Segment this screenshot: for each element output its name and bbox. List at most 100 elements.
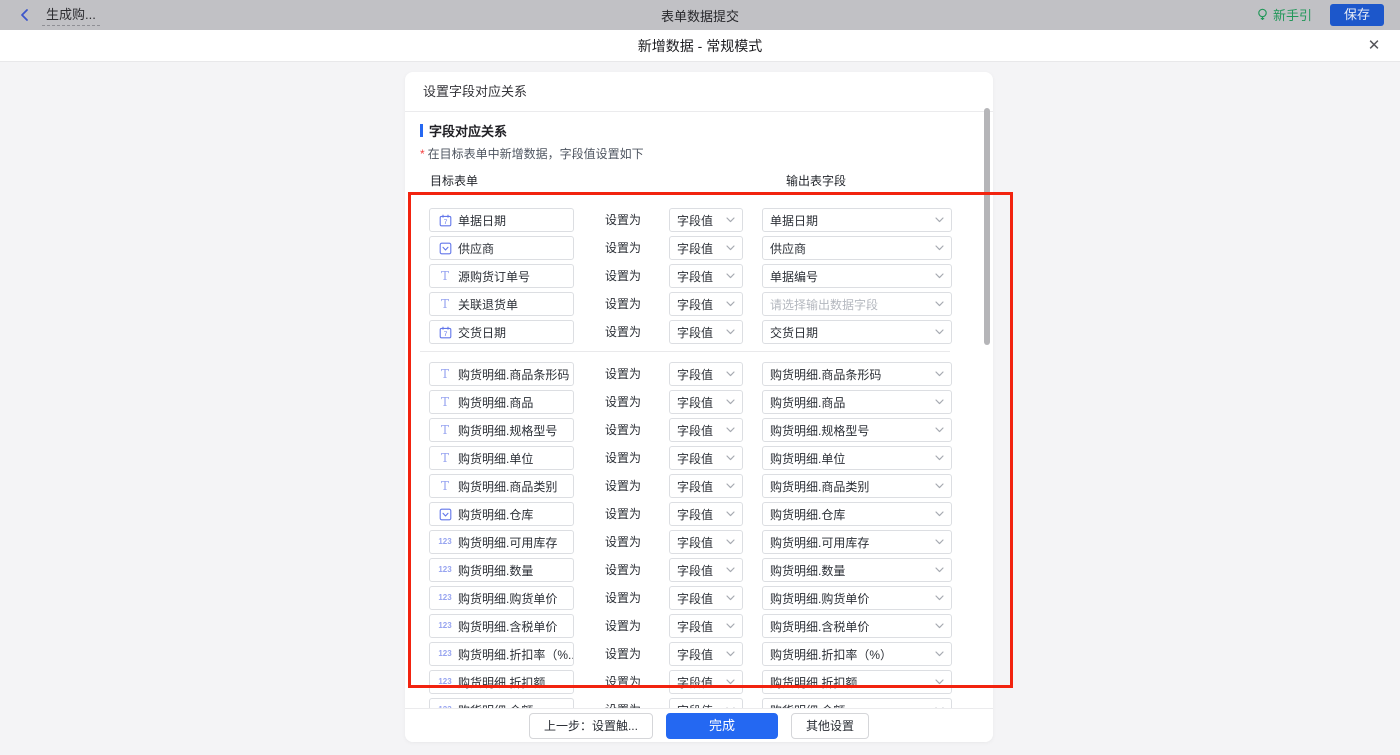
chevron-down-icon <box>935 301 944 307</box>
value-type-select-text: 字段值 <box>677 590 722 607</box>
target-field-label: 单据日期 <box>458 212 506 229</box>
column-header-output-fields: 输出表字段 <box>786 172 846 189</box>
target-field-box: 123购货明细.折扣额 <box>429 670 574 694</box>
value-type-select[interactable]: 字段值 <box>669 446 743 470</box>
beginner-guide-link[interactable]: 新手引 <box>1256 5 1312 24</box>
field-mapping-card: 设置字段对应关系 字段对应关系 *在目标表单中新增数据，字段值设置如下 目标表单… <box>405 72 993 742</box>
value-type-select[interactable]: 字段值 <box>669 264 743 288</box>
output-field-select[interactable]: 购货明细.数量 <box>762 558 952 582</box>
value-type-select[interactable]: 字段值 <box>669 586 743 610</box>
target-field-box: 123购货明细.数量 <box>429 558 574 582</box>
scrollbar-thumb[interactable] <box>984 108 990 345</box>
chevron-down-icon <box>726 217 735 223</box>
field-mapping-row: T购货明细.商品条形码设置为字段值购货明细.商品条形码 <box>405 362 993 386</box>
text-icon: T <box>437 270 453 282</box>
field-mapping-group-detail: T购货明细.商品条形码设置为字段值购货明细.商品条形码T购货明细.商品设置为字段… <box>405 362 993 708</box>
output-field-select[interactable]: 供应商 <box>762 236 952 260</box>
text-icon: T <box>437 368 453 380</box>
field-mapping-row: 123购货明细.购货单价设置为字段值购货明细.购货单价 <box>405 586 993 610</box>
output-field-select[interactable]: 交货日期 <box>762 320 952 344</box>
output-field-select-text: 供应商 <box>770 240 931 257</box>
set-as-label: 设置为 <box>605 530 641 554</box>
output-field-select[interactable]: 单据日期 <box>762 208 952 232</box>
back-icon[interactable] <box>18 8 32 22</box>
target-field-label: 购货明细.含税单价 <box>458 618 557 635</box>
output-field-select-text: 购货明细.商品 <box>770 394 931 411</box>
document-title[interactable]: 生成购... <box>42 4 100 26</box>
output-field-select[interactable]: 购货明细.商品条形码 <box>762 362 952 386</box>
chevron-down-icon <box>935 595 944 601</box>
output-field-select[interactable]: 购货明细.含税单价 <box>762 614 952 638</box>
target-field-label: 购货明细.商品类别 <box>458 478 557 495</box>
set-as-label: 设置为 <box>605 670 641 694</box>
number-icon: 123 <box>437 566 453 574</box>
field-mapping-row: T购货明细.商品类别设置为字段值购货明细.商品类别 <box>405 474 993 498</box>
output-field-select[interactable]: 购货明细.商品类别 <box>762 474 952 498</box>
svg-text:7: 7 <box>443 331 447 338</box>
value-type-select[interactable]: 字段值 <box>669 474 743 498</box>
value-type-select[interactable]: 字段值 <box>669 614 743 638</box>
modal-header: 新增数据 - 常规模式 ✕ <box>0 30 1400 62</box>
chevron-down-icon <box>935 539 944 545</box>
lightbulb-icon <box>1256 8 1269 22</box>
target-field-label: 购货明细.折扣率（%... <box>458 646 574 663</box>
value-type-select[interactable]: 字段值 <box>669 418 743 442</box>
output-field-select[interactable]: 单据编号 <box>762 264 952 288</box>
value-type-select-text: 字段值 <box>677 674 722 691</box>
done-button[interactable]: 完成 <box>666 713 778 739</box>
previous-step-button[interactable]: 上一步：设置触... <box>529 713 653 739</box>
value-type-select-text: 字段值 <box>677 296 722 313</box>
chevron-down-icon <box>726 511 735 517</box>
value-type-select[interactable]: 字段值 <box>669 208 743 232</box>
output-field-select[interactable]: 购货明细.单位 <box>762 446 952 470</box>
text-icon: T <box>437 424 453 436</box>
value-type-select[interactable]: 字段值 <box>669 558 743 582</box>
output-field-select-text: 交货日期 <box>770 324 931 341</box>
output-field-select[interactable]: 购货明细.规格型号 <box>762 418 952 442</box>
output-field-select[interactable]: 请选择输出数据字段 <box>762 292 952 316</box>
set-as-label: 设置为 <box>605 320 641 344</box>
output-field-select[interactable]: 购货明细.购货单价 <box>762 586 952 610</box>
save-button[interactable]: 保存 <box>1330 4 1384 26</box>
chevron-down-icon <box>935 371 944 377</box>
value-type-select[interactable]: 字段值 <box>669 362 743 386</box>
target-field-box: T源购货订单号 <box>429 264 574 288</box>
chevron-down-icon <box>935 273 944 279</box>
value-type-select[interactable]: 字段值 <box>669 670 743 694</box>
set-as-label: 设置为 <box>605 586 641 610</box>
column-headers: 目标表单 输出表字段 <box>405 172 993 187</box>
output-field-select[interactable]: 购货明细.商品 <box>762 390 952 414</box>
output-field-select[interactable]: 购货明细.折扣率（%） <box>762 642 952 666</box>
value-type-select[interactable]: 字段值 <box>669 320 743 344</box>
value-type-select[interactable]: 字段值 <box>669 236 743 260</box>
set-as-label: 设置为 <box>605 264 641 288</box>
target-field-label: 购货明细.购货单价 <box>458 590 557 607</box>
value-type-select[interactable]: 字段值 <box>669 502 743 526</box>
set-as-label: 设置为 <box>605 208 641 232</box>
target-field-label: 购货明细.商品条形码 <box>458 366 569 383</box>
chevron-down-icon <box>726 301 735 307</box>
chevron-down-icon <box>726 455 735 461</box>
value-type-select-text: 字段值 <box>677 478 722 495</box>
output-field-select[interactable]: 购货明细.可用库存 <box>762 530 952 554</box>
output-field-select[interactable]: 购货明细.金额 <box>762 698 952 708</box>
value-type-select[interactable]: 字段值 <box>669 390 743 414</box>
target-field-label: 购货明细.可用库存 <box>458 534 557 551</box>
output-field-select[interactable]: 购货明细.折扣额 <box>762 670 952 694</box>
chevron-down-icon <box>726 371 735 377</box>
chevron-down-icon <box>726 329 735 335</box>
target-field-box: T关联退货单 <box>429 292 574 316</box>
value-type-select[interactable]: 字段值 <box>669 530 743 554</box>
chevron-down-icon <box>935 427 944 433</box>
target-field-box: T购货明细.商品 <box>429 390 574 414</box>
value-type-select[interactable]: 字段值 <box>669 292 743 316</box>
close-icon[interactable]: ✕ <box>1364 36 1384 56</box>
output-field-select[interactable]: 购货明细.仓库 <box>762 502 952 526</box>
chevron-down-icon <box>726 595 735 601</box>
value-type-select[interactable]: 字段值 <box>669 698 743 708</box>
value-type-select[interactable]: 字段值 <box>669 642 743 666</box>
target-field-label: 购货明细.单位 <box>458 450 533 467</box>
chevron-down-icon <box>726 539 735 545</box>
set-as-label: 设置为 <box>605 502 641 526</box>
other-settings-button[interactable]: 其他设置 <box>791 713 869 739</box>
